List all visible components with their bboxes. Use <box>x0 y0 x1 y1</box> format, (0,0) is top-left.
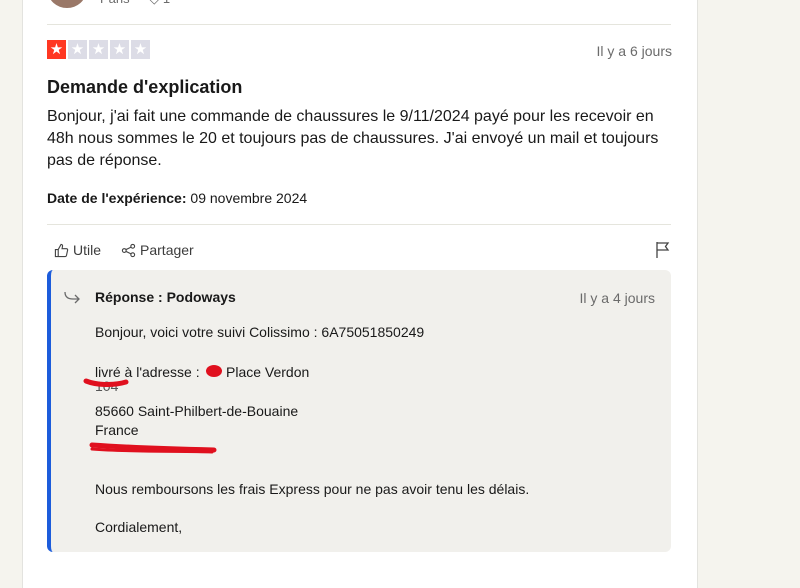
redaction-marks <box>83 365 222 454</box>
redaction-scribble <box>83 378 129 387</box>
redaction-scribble <box>206 365 222 377</box>
